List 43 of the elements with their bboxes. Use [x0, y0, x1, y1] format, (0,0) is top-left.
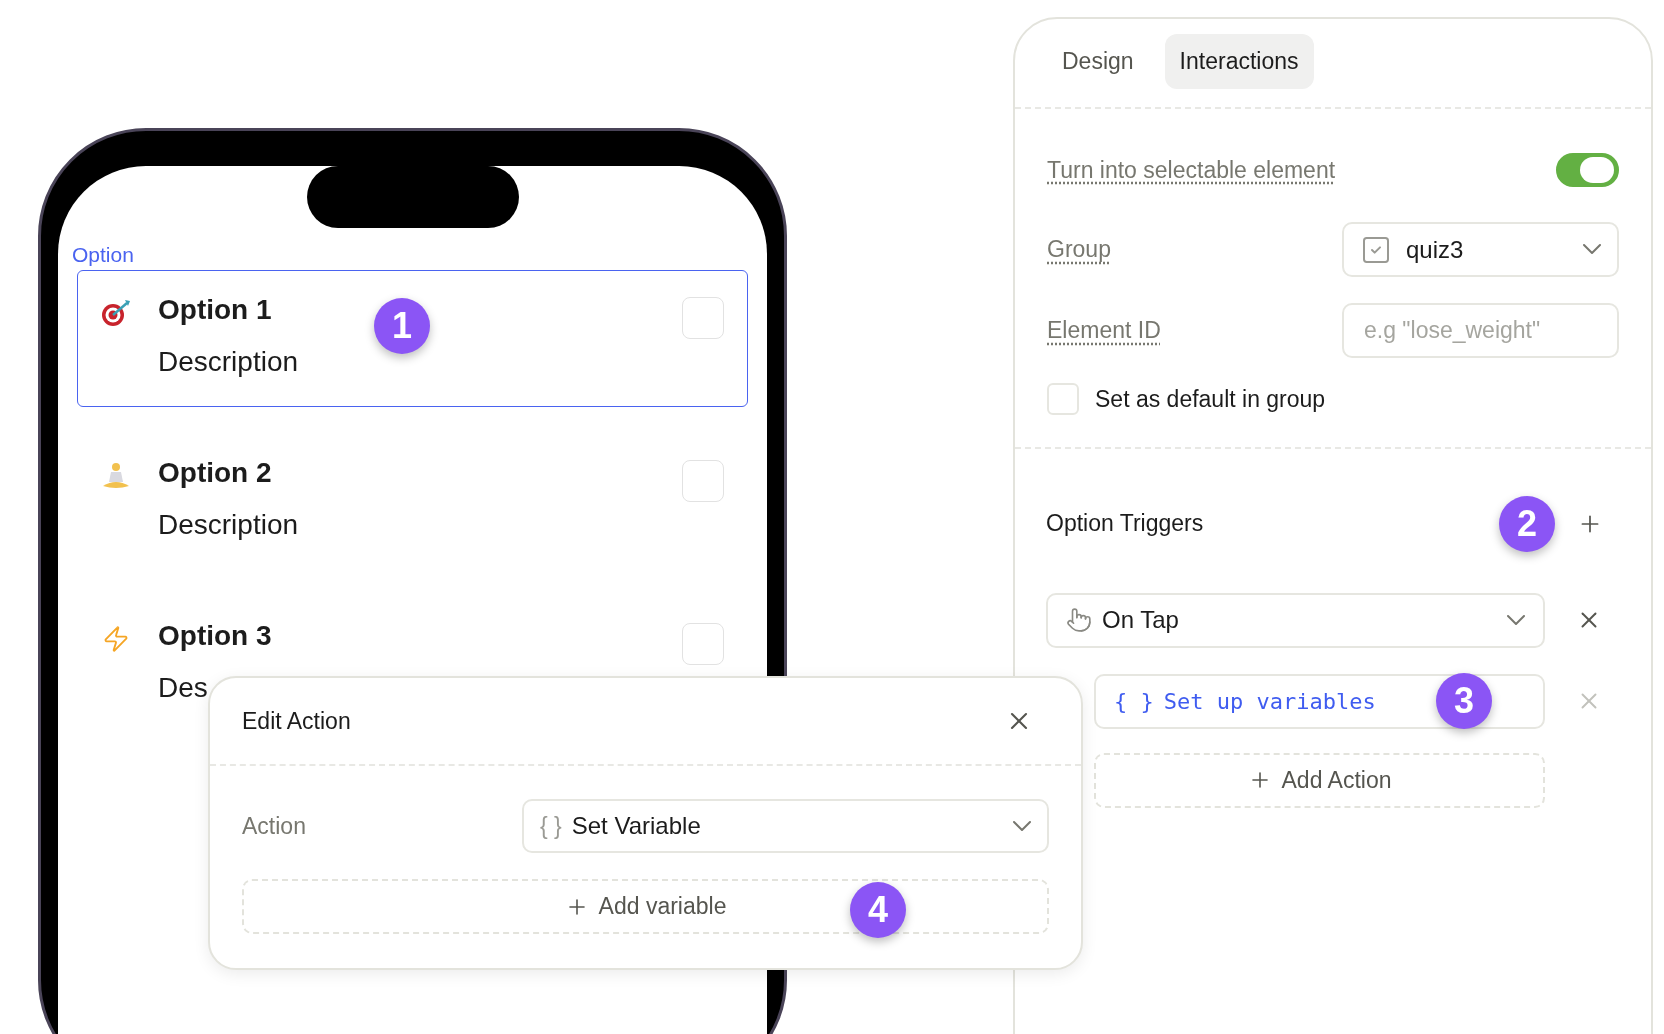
toggle-switch[interactable]: [1556, 153, 1619, 187]
step-badge: 4: [850, 882, 906, 938]
action-select[interactable]: { } Set Variable: [522, 799, 1049, 853]
tab[interactable]: Interactions: [1164, 34, 1314, 89]
checkbox-label: Set as default in group: [1095, 385, 1326, 414]
lightning-icon: [102, 625, 130, 653]
action-item[interactable]: { } Set up variables 3: [1094, 673, 1545, 729]
option-title: Option 1: [158, 293, 273, 327]
section-label: Option: [72, 242, 135, 268]
tab[interactable]: Design: [1047, 34, 1149, 89]
field-label: Action: [242, 811, 306, 841]
step-badge: 3: [1436, 672, 1492, 729]
braces-symbol: { }: [540, 811, 562, 841]
option-description: Des: [158, 671, 209, 705]
option-checkbox[interactable]: [682, 297, 724, 339]
default-checkbox[interactable]: [1047, 383, 1079, 416]
option-checkbox[interactable]: [682, 460, 724, 502]
group-select[interactable]: quiz3: [1342, 222, 1619, 277]
chevron-down-icon: [1583, 244, 1601, 255]
action-label: Set up variables: [1163, 687, 1376, 716]
braces-symbol: { }: [1114, 687, 1154, 716]
section-title: Option Triggers: [1046, 509, 1204, 539]
setting-label: Element ID: [1047, 316, 1161, 346]
setting-label: Turn into selectable element: [1047, 155, 1336, 185]
target-icon: [101, 299, 131, 327]
option-card[interactable]: Option 1 Description 1: [77, 270, 748, 407]
step-badge: 2: [1499, 495, 1555, 552]
trigger-select[interactable]: On Tap: [1046, 592, 1545, 648]
chevron-down-icon: [1013, 820, 1031, 832]
option-title: Option 2: [158, 456, 273, 490]
option-checkbox[interactable]: [682, 623, 724, 665]
option-description: Description: [158, 345, 299, 379]
hand-pointer-icon: [1066, 607, 1092, 633]
element-id-field[interactable]: e.g "lose_weight": [1342, 303, 1619, 358]
add-action-button[interactable]: Add Action: [1094, 752, 1545, 808]
setting-label: Group: [1047, 235, 1111, 265]
option-title: Option 3: [158, 619, 272, 653]
meditation-figure-icon: [101, 462, 131, 490]
chevron-down-icon: [1507, 614, 1525, 626]
dialog-title: Edit Action: [242, 706, 351, 736]
option-card[interactable]: Option 2 Description: [77, 433, 748, 570]
step-badge: 1: [374, 298, 430, 354]
option-description: Description: [158, 508, 299, 542]
